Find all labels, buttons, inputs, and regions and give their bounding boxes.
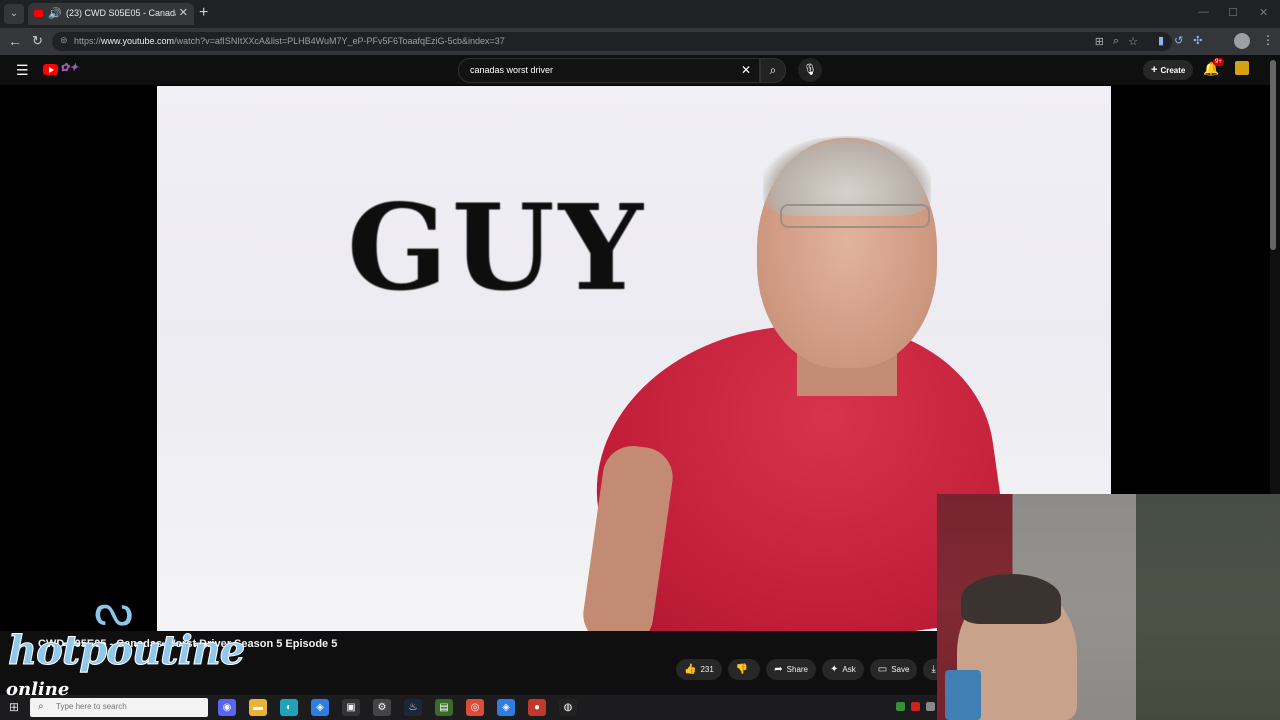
like-button[interactable]: 👍 231 [676, 659, 722, 680]
share-icon: ➦ [774, 664, 783, 675]
browser-tab-strip: ⌄ 🔊 (23) CWD S05E05 - Canada's ✕ + — ☐ ✕ [0, 0, 1280, 28]
back-arrow-icon[interactable]: ← [8, 33, 22, 49]
extensions-puzzle-icon[interactable]: ✣ [1193, 34, 1202, 47]
sparkle-icon: ✦ [830, 664, 839, 675]
save-label: Save [891, 665, 910, 674]
settings-gear-icon[interactable]: ⚙ [373, 699, 391, 716]
download-icon: ⤓ [931, 664, 936, 675]
search-box: ✕ [458, 58, 760, 83]
ask-label: Ask [842, 665, 856, 674]
notification-count-badge: 9+ [1213, 58, 1224, 66]
microphone-icon: 🎙 [803, 64, 817, 76]
thumbs-up-icon: 👍 [684, 664, 697, 675]
sync-icon[interactable]: ↺ [1174, 34, 1183, 47]
app-install-icon[interactable]: ⊞ [1095, 35, 1104, 48]
windows-taskbar: ⊞ ⌕ ◉ ▬ ◐ ◈ ▣ ⚙ ♨ ▤ ◎ ◈ ● ◍ [0, 695, 937, 720]
glasses-image [780, 204, 930, 228]
site-info-icon[interactable]: ⊜ [60, 35, 68, 46]
account-avatar[interactable] [1235, 61, 1249, 75]
profile-avatar-icon[interactable] [1234, 33, 1250, 49]
taskbar-apps: ◉ ▬ ◐ ◈ ▣ ⚙ ♨ ▤ ◎ ◈ ● ◍ [218, 699, 577, 716]
zoom-icon[interactable]: ⌕ [1113, 35, 1119, 48]
tray-misc-icon[interactable] [926, 702, 935, 711]
discord-icon[interactable]: ◉ [218, 699, 236, 716]
search-icon: ⌕ [769, 63, 777, 77]
obs-icon[interactable]: ◍ [559, 699, 577, 716]
bookmark-star-icon[interactable]: ☆ [1128, 35, 1138, 48]
youtube-doodle-icon[interactable]: ✿✦ [60, 61, 78, 74]
overlay-logo-subtext: online [6, 679, 70, 700]
youtube-favicon-icon [34, 10, 43, 17]
plus-icon: + [1151, 64, 1158, 76]
windows-start-icon[interactable]: ⊞ [9, 700, 19, 714]
webcam-overlay [937, 494, 1280, 720]
tab-search-button[interactable]: ⌄ [4, 4, 24, 24]
bookmark-icon: ▭ [877, 664, 888, 675]
taskbar-search-input[interactable] [56, 702, 196, 711]
maximize-icon[interactable]: ☐ [1228, 6, 1238, 19]
app-icon-dark[interactable]: ▣ [342, 699, 360, 716]
streamer-hair-image [961, 574, 1061, 624]
tray-record-icon[interactable] [911, 702, 920, 711]
minimize-icon[interactable]: — [1198, 6, 1209, 18]
overlay-logo-text: hotpoutine [7, 627, 245, 675]
chrome-icon[interactable]: ◎ [466, 699, 484, 716]
create-button[interactable]: + Create [1143, 60, 1193, 80]
dislike-button[interactable]: 👎 [727, 659, 761, 680]
app-icon-green[interactable]: ▤ [435, 699, 453, 716]
video-actions: 👍231 👎 ➦Share ✦Ask ▭Save ⤓Do [676, 659, 959, 680]
system-tray [896, 702, 935, 711]
extension-icon[interactable]: ▮ [1158, 34, 1164, 47]
taskbar-search-icon: ⌕ [38, 701, 44, 712]
url-text: https://www.youtube.com/watch?v=afISNItX… [74, 36, 505, 46]
drink-cup-image [945, 670, 981, 720]
browser-tab-active[interactable]: 🔊 (23) CWD S05E05 - Canada's ✕ [28, 3, 194, 25]
steam-icon[interactable]: ♨ [404, 699, 422, 716]
reload-icon[interactable]: ↻ [32, 33, 43, 49]
voice-search-button[interactable]: 🎙 [798, 58, 822, 82]
app-icon-red[interactable]: ● [528, 699, 546, 716]
like-count: 231 [700, 665, 714, 674]
clear-search-icon[interactable]: ✕ [741, 63, 751, 77]
search-button[interactable]: ⌕ [760, 58, 786, 83]
ask-button[interactable]: ✦ Ask [822, 659, 864, 680]
save-button[interactable]: ▭ Save [869, 659, 918, 680]
address-bar[interactable]: ⊜ https://www.youtube.com/watch?v=afISNI… [52, 32, 1172, 51]
omnibox-actions: ⊞ ⌕ ☆ [1095, 35, 1138, 48]
tab-title: (23) CWD S05E05 - Canada's [66, 8, 176, 18]
share-button[interactable]: ➦ Share [766, 659, 817, 680]
tab-close-icon[interactable]: ✕ [179, 6, 188, 19]
app-icon-blue-2[interactable]: ◈ [497, 699, 515, 716]
window-close-icon[interactable]: ✕ [1259, 6, 1268, 19]
taskbar-search-box: ⌕ [30, 698, 208, 717]
create-label: Create [1160, 66, 1186, 75]
edge-browser-icon[interactable]: ◐ [280, 699, 298, 716]
page-scrollbar[interactable] [1270, 60, 1276, 250]
audio-playing-icon[interactable]: 🔊 [48, 7, 62, 20]
extensions-area: ▮ ↺ ✣ [1158, 34, 1203, 47]
browser-toolbar: ← ↻ ⊜ https://www.youtube.com/watch?v=af… [0, 28, 1280, 55]
guide-menu-icon[interactable]: ☰ [16, 62, 29, 79]
youtube-masthead: ☰ ✿✦ ✕ ⌕ 🎙 +Create 🔔 9+ [0, 55, 1280, 85]
new-tab-button[interactable]: + [199, 4, 208, 22]
search-input[interactable] [470, 65, 730, 75]
youtube-logo-icon[interactable] [43, 64, 58, 75]
video-caption-text: GUY [347, 178, 647, 317]
thumbs-down-icon: 👎 [735, 664, 749, 675]
stream-overlay-logo: ᔓ hotpoutine online [6, 585, 246, 700]
share-label: Share [786, 665, 809, 674]
browser-menu-icon[interactable]: ⋮ [1262, 33, 1274, 47]
file-explorer-icon[interactable]: ▬ [249, 699, 267, 716]
app-icon-blue[interactable]: ◈ [311, 699, 329, 716]
tray-app-icon[interactable] [896, 702, 905, 711]
